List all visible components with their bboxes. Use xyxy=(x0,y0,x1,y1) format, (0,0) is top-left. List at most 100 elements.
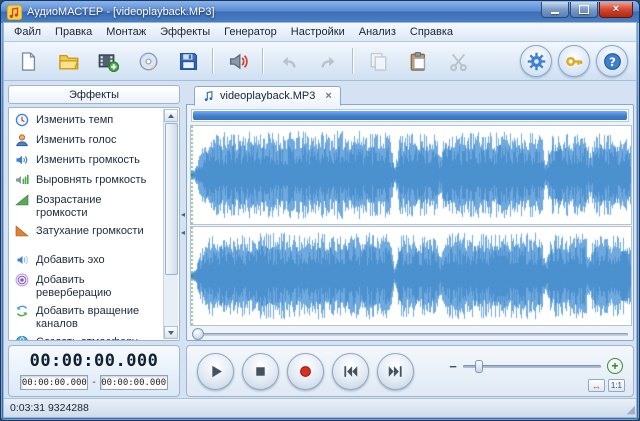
tab-close-icon[interactable]: × xyxy=(325,91,331,102)
close-button[interactable]: × xyxy=(599,2,633,18)
waveform-panel xyxy=(186,104,634,341)
skip-end-button[interactable] xyxy=(377,353,414,390)
menu-item-analysis[interactable]: Анализ xyxy=(352,24,403,40)
current-time-display: 00:00:00.000 xyxy=(9,351,179,371)
effect-item-label: Изменить громкость xyxy=(36,153,148,167)
toolbar-main-group xyxy=(8,42,478,80)
effect-item-label: Создать атмосферу xyxy=(36,335,148,341)
scrollbar-thumb[interactable] xyxy=(165,123,178,275)
fit-to-window-button[interactable]: ↔ xyxy=(588,379,605,392)
selection-start-field[interactable]: 00:00:00.000 xyxy=(20,375,88,390)
window-controls: × xyxy=(541,2,633,18)
effects-scrollbar[interactable] xyxy=(163,109,178,339)
scrollbar-groove xyxy=(192,333,628,336)
settings-button[interactable] xyxy=(520,45,552,77)
redo-button[interactable] xyxy=(309,45,347,77)
effect-item-label: Добавить эхо xyxy=(36,253,148,267)
effect-item-tempo[interactable]: Изменить темп xyxy=(9,111,179,131)
overview-range-bar[interactable] xyxy=(193,111,627,120)
effects-list: Изменить темп Изменить голос Изменить гром… xyxy=(8,107,180,341)
toolbar-separator xyxy=(212,48,214,74)
zoom-out-button[interactable]: − xyxy=(445,358,461,374)
scroll-down-button[interactable] xyxy=(164,326,178,339)
effect-item-volume[interactable]: Изменить громкость xyxy=(9,151,179,171)
effect-item-label: Добавить вращение каналов xyxy=(36,304,148,331)
new-file-button[interactable] xyxy=(9,45,47,77)
record-voice-button[interactable] xyxy=(219,45,257,77)
audio-file-icon xyxy=(203,90,220,102)
waveform-channel-right[interactable] xyxy=(190,226,632,326)
effect-item-label: Изменить темп xyxy=(36,113,148,127)
title-bar[interactable]: АудиоМАСТЕР - [videoplayback.MP3] × xyxy=(1,1,639,23)
one-to-one-button[interactable]: 1:1 xyxy=(608,379,625,392)
close-icon: × xyxy=(613,4,619,15)
fade-out-icon xyxy=(15,224,31,238)
effect-item-label: Изменить голос xyxy=(36,133,148,147)
stop-button[interactable] xyxy=(242,353,279,390)
waveform-overview[interactable] xyxy=(191,109,629,122)
open-file-button[interactable] xyxy=(49,45,87,77)
window-title: АудиоМАСТЕР - [videoplayback.MP3] xyxy=(27,6,215,18)
scrollbar-round-thumb[interactable] xyxy=(192,328,204,340)
paste-button[interactable] xyxy=(399,45,437,77)
status-bar: 0:03:31 9324288 ◢ xyxy=(4,398,636,417)
menu-item-generator[interactable]: Генератор xyxy=(217,24,284,40)
normalize-icon xyxy=(15,173,31,187)
effects-panel-header[interactable]: Эффекты xyxy=(8,85,180,104)
effect-item-voice[interactable]: Изменить голос xyxy=(9,131,179,151)
effect-item-fade-in[interactable]: Возрастание громкости xyxy=(9,191,179,222)
voice-icon xyxy=(15,133,31,147)
menu-item-help[interactable]: Справка xyxy=(403,24,460,40)
copy-button[interactable] xyxy=(359,45,397,77)
transport-panel: − + ↔ 1:1 xyxy=(186,345,634,397)
waveform-scrollbar[interactable] xyxy=(190,328,630,340)
effect-item-fade-out[interactable]: Затухание громкости xyxy=(9,222,179,242)
skip-start-button[interactable] xyxy=(332,353,369,390)
zoom-slider-thumb[interactable] xyxy=(475,360,483,373)
activation-button[interactable] xyxy=(558,45,590,77)
app-icon xyxy=(7,5,22,20)
scale-buttons: ↔ 1:1 xyxy=(588,379,625,392)
play-button[interactable] xyxy=(197,353,234,390)
status-text: 0:03:31 9324288 xyxy=(10,402,89,414)
help-button[interactable]: ? xyxy=(596,45,628,77)
transport-buttons xyxy=(197,353,414,390)
maximize-icon xyxy=(579,5,589,14)
toolbar: ? xyxy=(4,42,636,81)
waveform-channel-left[interactable] xyxy=(190,125,632,225)
extract-audio-from-video-button[interactable] xyxy=(89,45,127,77)
tab-bar: videoplayback.MP3 × xyxy=(186,85,634,105)
tab-videoplayback[interactable]: videoplayback.MP3 × xyxy=(194,86,341,106)
menu-item-effects[interactable]: Эффекты xyxy=(153,24,217,40)
selection-fields: 00:00:00.000 - 00:00:00.000 xyxy=(9,375,179,390)
zoom-slider[interactable] xyxy=(463,365,601,368)
effect-item-label: Добавить реверберацию xyxy=(36,273,148,300)
menu-item-settings[interactable]: Настройки xyxy=(284,24,352,40)
zoom-in-button[interactable]: + xyxy=(607,358,623,374)
effect-item-channel-rotation[interactable]: Добавить вращение каналов xyxy=(9,302,179,333)
arrow-up-icon xyxy=(168,114,174,118)
scroll-up-button[interactable] xyxy=(164,109,178,122)
resize-grip[interactable]: ◢ xyxy=(627,405,635,416)
menu-item-edit[interactable]: Правка xyxy=(48,24,99,40)
cut-button[interactable] xyxy=(439,45,477,77)
undo-button[interactable] xyxy=(269,45,307,77)
effect-item-normalize[interactable]: Выровнять громкость xyxy=(9,171,179,191)
effect-item-atmosphere[interactable]: Создать атмосферу xyxy=(9,333,179,341)
record-button[interactable] xyxy=(287,353,324,390)
selection-separator: - xyxy=(92,377,95,388)
echo-icon xyxy=(15,253,31,267)
atmosphere-icon xyxy=(15,335,31,341)
maximize-button[interactable] xyxy=(570,2,598,18)
effect-item-label: Выровнять громкость xyxy=(36,173,148,187)
menu-item-montage[interactable]: Монтаж xyxy=(99,24,153,40)
minimize-button[interactable] xyxy=(541,2,569,18)
toolbar-separator xyxy=(262,48,264,74)
selection-end-field[interactable]: 00:00:00.000 xyxy=(100,375,168,390)
effects-panel-title: Эффекты xyxy=(69,89,119,101)
menu-item-file[interactable]: Файл xyxy=(7,24,48,40)
grab-cd-button[interactable] xyxy=(129,45,167,77)
effect-item-reverb[interactable]: Добавить реверберацию xyxy=(9,271,179,302)
effect-item-echo[interactable]: Добавить эхо xyxy=(9,251,179,271)
save-button[interactable] xyxy=(169,45,207,77)
